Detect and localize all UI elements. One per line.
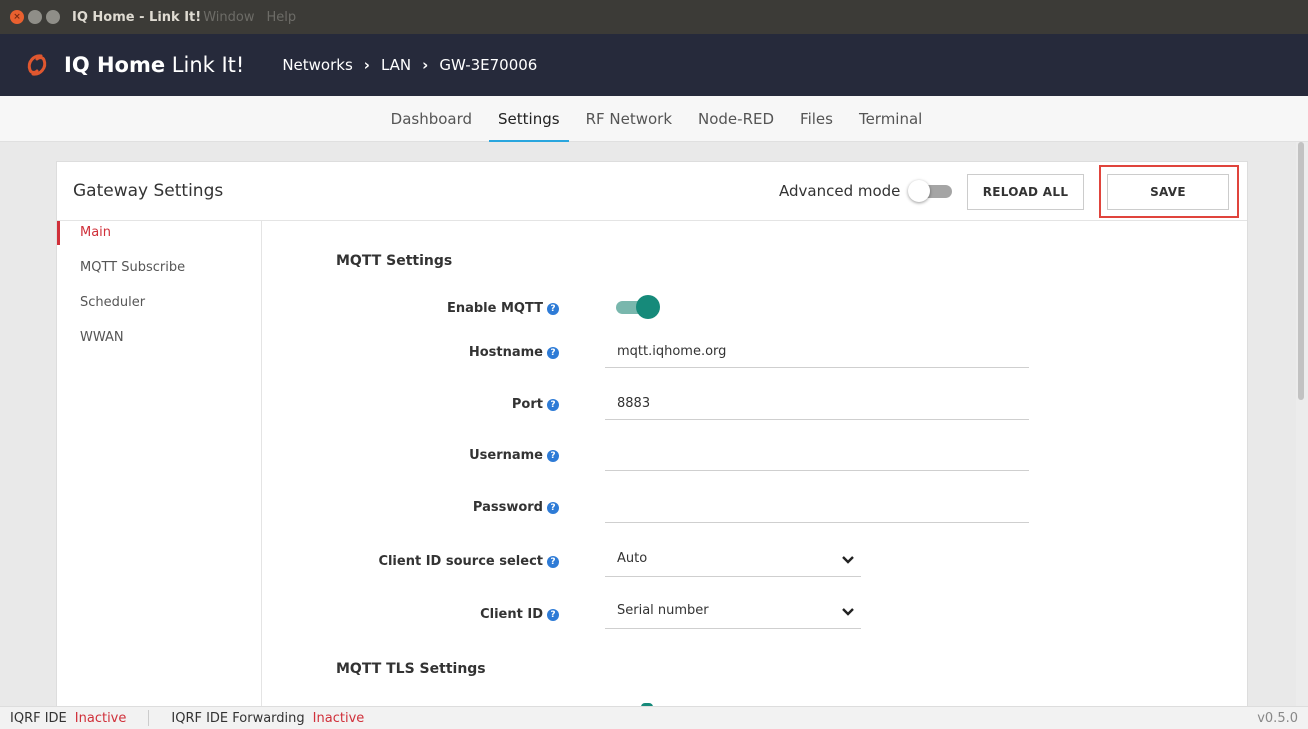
client-id-source-value: Auto xyxy=(617,551,648,566)
breadcrumb-lan[interactable]: LAN xyxy=(381,56,411,74)
gateway-settings-card: Gateway Settings Advanced mode RELOAD AL… xyxy=(56,161,1248,721)
password-input[interactable] xyxy=(605,499,1029,523)
status-bar: IQRF IDE Inactive IQRF IDE Forwarding In… xyxy=(0,706,1308,729)
tab-dashboard[interactable]: Dashboard xyxy=(378,96,485,142)
enable-mqtt-toggle[interactable] xyxy=(616,295,660,319)
port-label: Port? xyxy=(259,397,559,412)
iqrf-ide-value: Inactive xyxy=(74,710,127,726)
advanced-mode-toggle[interactable] xyxy=(908,180,953,202)
brand-name: IQ Home Link It! xyxy=(64,53,244,77)
breadcrumb-gateway: GW-3E70006 xyxy=(439,56,538,74)
help-icon[interactable]: ? xyxy=(547,609,559,621)
close-window-icon[interactable]: × xyxy=(10,10,24,24)
tab-files[interactable]: Files xyxy=(787,96,846,142)
os-menu: Window Help xyxy=(203,10,308,25)
forwarding-label: IQRF IDE Forwarding xyxy=(171,710,305,726)
sidenav-item-wwan[interactable]: WWAN xyxy=(57,326,261,361)
forwarding-value: Inactive xyxy=(312,710,365,726)
tab-rf-network[interactable]: RF Network xyxy=(573,96,685,142)
mqtt-settings-heading: MQTT Settings xyxy=(336,253,453,269)
minimize-window-icon[interactable] xyxy=(28,10,42,24)
breadcrumb-networks[interactable]: Networks xyxy=(282,56,352,74)
scrollbar-thumb[interactable] xyxy=(1298,142,1304,400)
settings-sidenav: Main MQTT Subscribe Scheduler WWAN xyxy=(57,221,262,721)
hostname-input[interactable]: mqtt.iqhome.org xyxy=(605,344,1029,368)
hostname-label: Hostname? xyxy=(259,345,559,360)
status-divider xyxy=(148,710,150,726)
window-controls: × xyxy=(10,10,64,24)
username-text: Username xyxy=(469,448,543,463)
advanced-mode-label: Advanced mode xyxy=(779,182,901,200)
page-scrollbar[interactable] xyxy=(1296,142,1308,706)
iqrf-ide-status: IQRF IDE Inactive xyxy=(10,711,126,726)
chevron-right-icon: › xyxy=(422,56,429,74)
os-title-bar: × IQ Home - Link It! Window Help xyxy=(0,0,1308,34)
app-header: IQ Home Link It! Networks › LAN › GW-3E7… xyxy=(0,34,1308,96)
client-id-source-select[interactable]: Auto xyxy=(605,551,861,577)
client-id-label: Client ID? xyxy=(259,607,559,622)
client-id-select[interactable]: Serial number xyxy=(605,603,861,629)
save-button[interactable]: SAVE xyxy=(1107,174,1229,210)
client-id-source-text: Client ID source select xyxy=(378,554,543,569)
enable-mqtt-text: Enable MQTT xyxy=(446,301,543,316)
tab-node-red[interactable]: Node-RED xyxy=(685,96,787,142)
help-icon[interactable]: ? xyxy=(547,347,559,359)
advanced-mode: Advanced mode xyxy=(779,180,953,202)
help-icon[interactable]: ? xyxy=(547,556,559,568)
chevron-down-icon xyxy=(842,608,854,616)
brand-light: Link It! xyxy=(171,53,245,77)
port-input[interactable]: 8883 xyxy=(605,396,1029,420)
chevron-down-icon xyxy=(842,556,854,564)
sidenav-item-mqtt-subscribe[interactable]: MQTT Subscribe xyxy=(57,256,261,291)
port-text: Port xyxy=(511,397,543,412)
client-id-text: Client ID xyxy=(480,607,543,622)
help-icon[interactable]: ? xyxy=(547,502,559,514)
tab-terminal[interactable]: Terminal xyxy=(846,96,935,142)
iqrf-ide-label: IQRF IDE xyxy=(10,710,67,726)
enable-mqtt-label: Enable MQTT? xyxy=(259,301,559,316)
chevron-right-icon: › xyxy=(363,56,370,74)
sidenav-item-scheduler[interactable]: Scheduler xyxy=(57,291,261,326)
card-header: Gateway Settings Advanced mode RELOAD AL… xyxy=(57,162,1247,221)
brand-bold: IQ Home xyxy=(64,53,166,77)
iqrf-forwarding-status: IQRF IDE Forwarding Inactive xyxy=(171,711,364,726)
help-icon[interactable]: ? xyxy=(547,450,559,462)
help-icon[interactable]: ? xyxy=(547,303,559,315)
client-id-source-label: Client ID source select? xyxy=(259,554,559,569)
client-id-value: Serial number xyxy=(617,603,709,618)
mqtt-tls-settings-heading: MQTT TLS Settings xyxy=(336,661,486,677)
app-version: v0.5.0 xyxy=(1257,710,1298,726)
maximize-window-icon[interactable] xyxy=(46,10,60,24)
help-icon[interactable]: ? xyxy=(547,399,559,411)
username-input[interactable] xyxy=(605,447,1029,471)
sidenav-item-main[interactable]: Main xyxy=(57,221,261,256)
password-label: Password? xyxy=(259,500,559,515)
username-label: Username? xyxy=(259,448,559,463)
card-title: Gateway Settings xyxy=(73,181,224,201)
menu-help[interactable]: Help xyxy=(266,10,296,25)
link-logo-icon xyxy=(27,54,47,76)
tab-settings[interactable]: Settings xyxy=(485,96,573,142)
menu-window[interactable]: Window xyxy=(203,10,254,25)
breadcrumb: Networks › LAN › GW-3E70006 xyxy=(282,56,537,74)
tabs-bar: Dashboard Settings RF Network Node-RED F… xyxy=(0,96,1308,142)
reload-all-button[interactable]: RELOAD ALL xyxy=(967,174,1084,210)
window-title: IQ Home - Link It! xyxy=(72,9,202,25)
hostname-text: Hostname xyxy=(468,345,543,360)
password-text: Password xyxy=(472,500,543,515)
